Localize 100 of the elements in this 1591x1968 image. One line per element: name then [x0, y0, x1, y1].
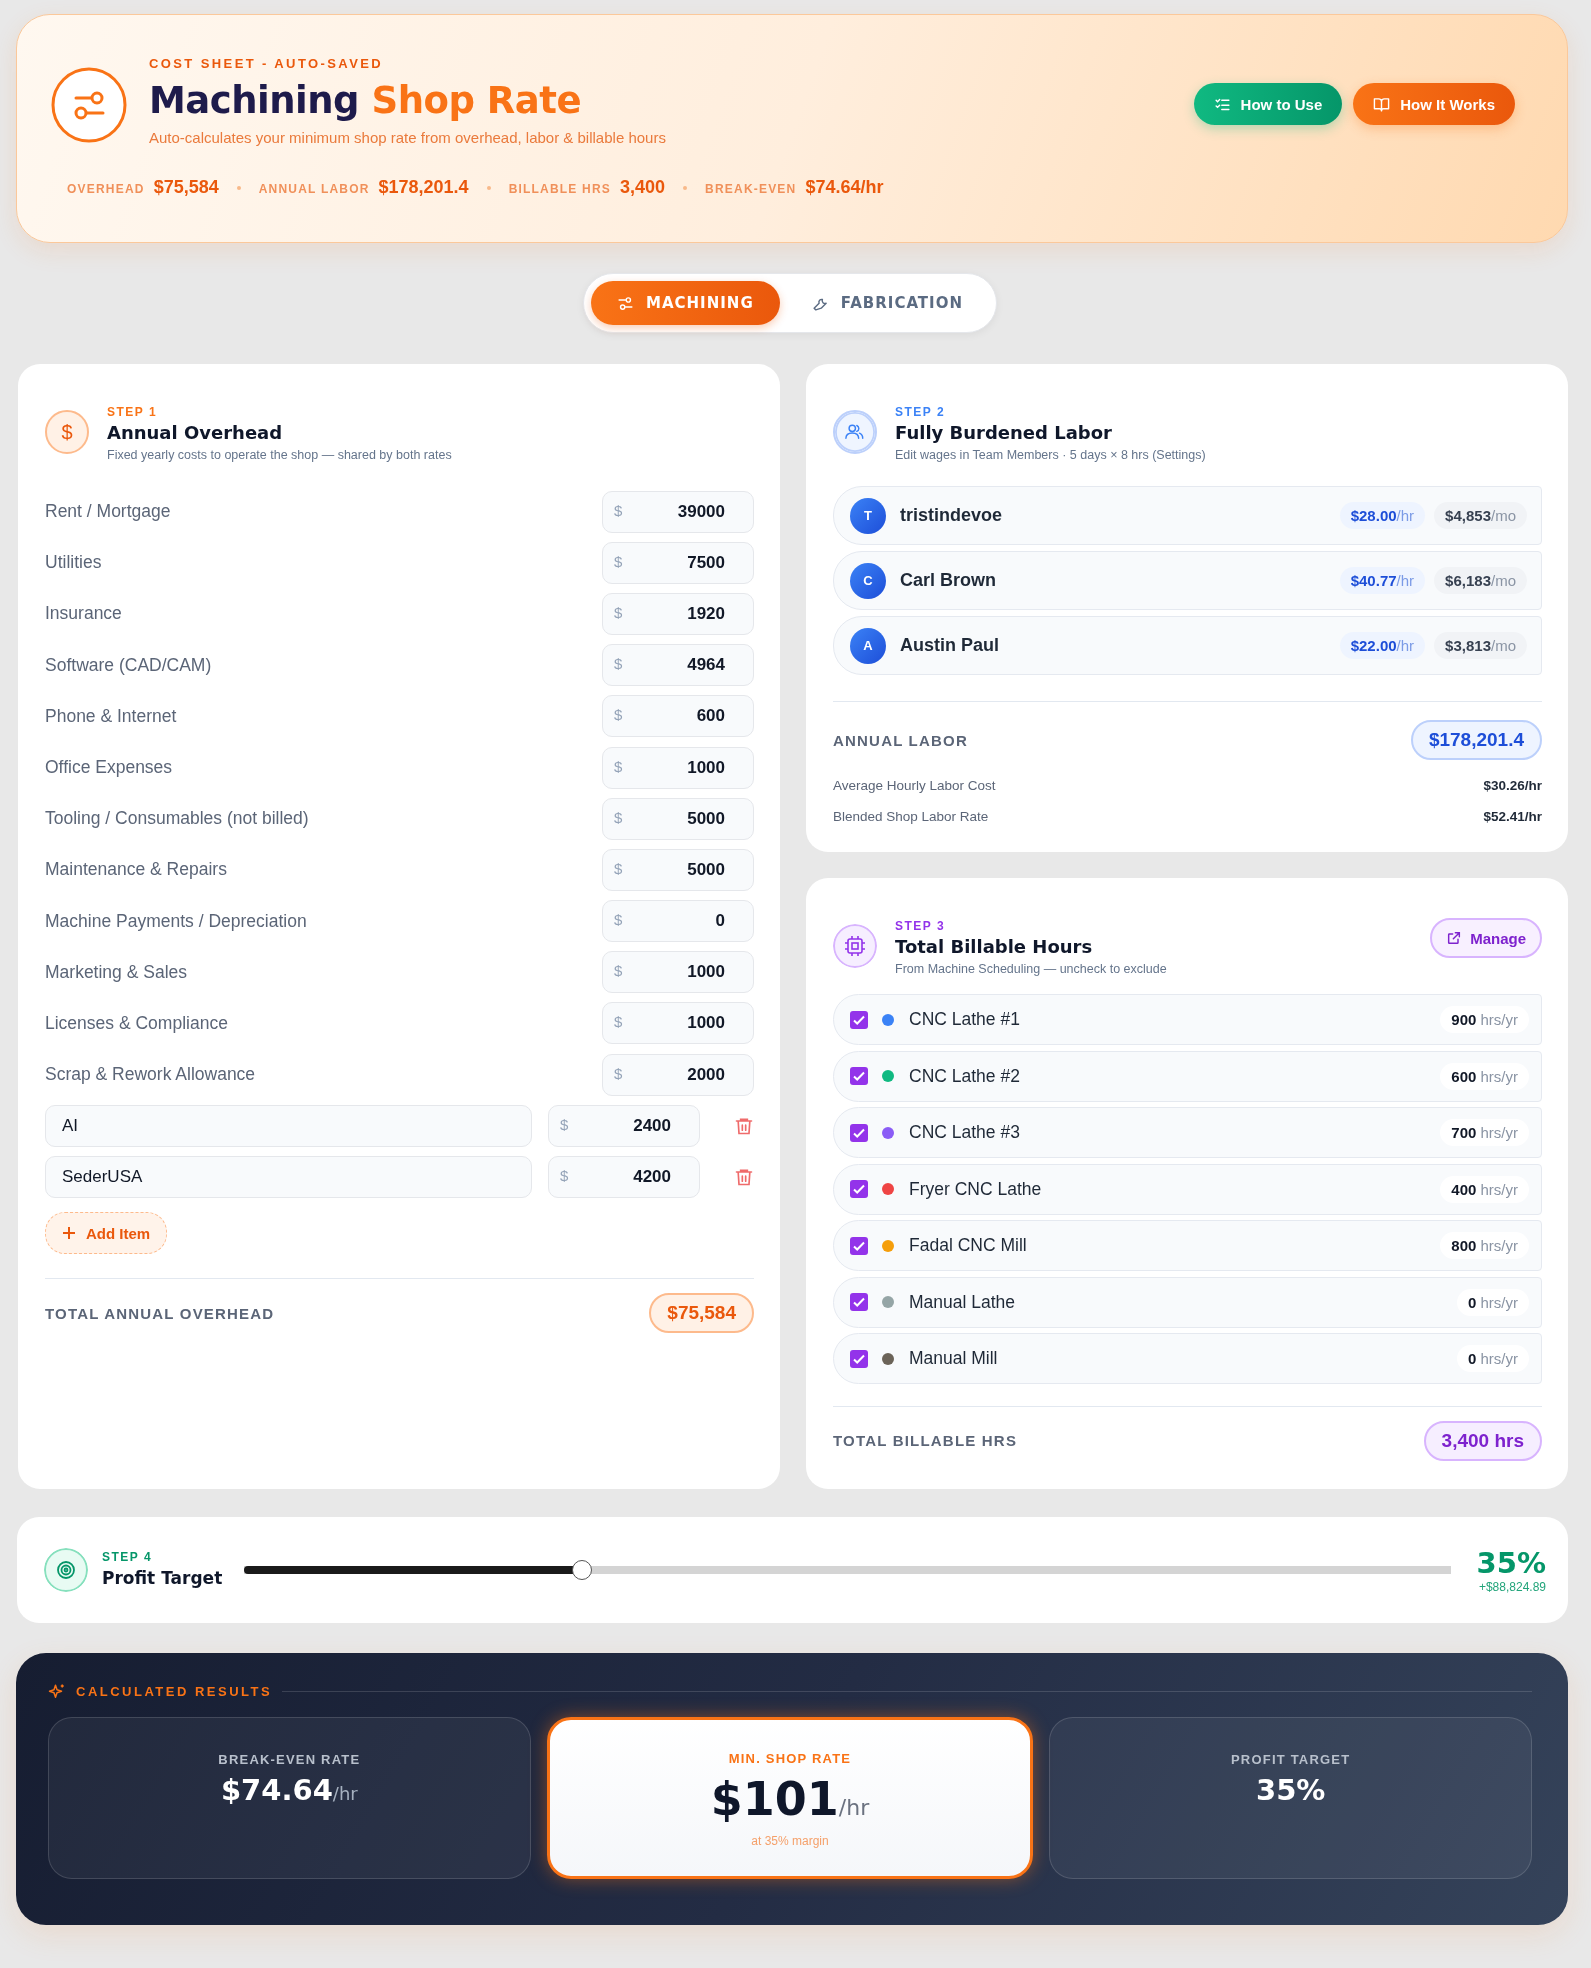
currency-symbol: $	[614, 603, 623, 621]
people-icon	[833, 410, 877, 454]
step-label: STEP 1	[107, 404, 159, 420]
hours-pill: 800 hrs/yr	[1440, 1232, 1529, 1259]
result-value: $101/hr	[710, 1771, 870, 1826]
card-title: Total Billable Hours	[895, 935, 1094, 959]
currency-symbol: $	[614, 655, 623, 673]
step-label: STEP 2	[895, 404, 947, 420]
member-name: Carl Brown	[900, 570, 997, 591]
step-label: STEP 3	[895, 918, 947, 934]
machine-name: CNC Lathe #3	[909, 1122, 1021, 1143]
total-label: TOTAL BILLABLE HRS	[833, 1432, 1018, 1449]
expense-label: Utilities	[45, 552, 102, 574]
card-subtitle: From Machine Scheduling — uncheck to exclude	[895, 961, 1167, 978]
expense-label: Phone & Internet	[45, 705, 177, 727]
avatar-initial: C	[850, 562, 886, 599]
total-label: TOTAL ANNUAL OVERHEAD	[45, 1304, 275, 1322]
stat-label: ANNUAL LABOR	[258, 182, 370, 196]
stat-value: $30.26/hr	[1483, 778, 1542, 793]
expense-label: Office Expenses	[45, 757, 173, 779]
page-subtitle: Auto-calculates your minimum shop rate from overhead, labor & billable hours	[149, 128, 667, 148]
currency-symbol: $	[614, 552, 623, 570]
currency-symbol: $	[614, 706, 623, 724]
checked-checkbox[interactable]	[850, 1349, 868, 1368]
checked-checkbox[interactable]	[850, 1010, 868, 1029]
machine-name: Manual Lathe	[909, 1291, 1017, 1313]
total-value: $75,584	[649, 1293, 754, 1334]
member-name: tristindevoe	[900, 505, 1004, 526]
stat-label: Blended Shop Labor Rate	[833, 809, 989, 824]
expense-label: Maintenance & Repairs	[45, 859, 227, 881]
currency-symbol: $	[614, 808, 623, 826]
checked-checkbox[interactable]	[850, 1180, 868, 1198]
machine-name: CNC Lathe #2	[909, 1065, 1021, 1087]
section-title: CALCULATED RESULTS	[76, 1684, 273, 1699]
stat-value: $178,201.4	[378, 177, 469, 198]
hours-pill: 0 hrs/yr	[1457, 1288, 1529, 1316]
total-label: ANNUAL LABOR	[833, 731, 968, 749]
currency-symbol: $	[614, 859, 623, 877]
result-label: BREAK-EVEN RATE	[218, 1751, 361, 1767]
total-value: $178,201.4	[1410, 720, 1542, 760]
manage-button[interactable]: Manage	[1430, 918, 1542, 958]
hours-pill: 400 hrs/yr	[1440, 1175, 1529, 1203]
profit-percent: 35%	[1476, 1545, 1546, 1580]
total-value: 3,400 hrs	[1423, 1420, 1542, 1461]
expense-label: Insurance	[45, 603, 122, 625]
avatar-initial: T	[850, 497, 886, 534]
external-link-icon	[1446, 930, 1463, 946]
checked-checkbox[interactable]	[850, 1123, 868, 1142]
card-title: Fully Burdened Labor	[895, 421, 1113, 445]
mode-tab[interactable]: FABRICATION	[785, 281, 989, 325]
hours-pill: 700 hrs/yr	[1440, 1119, 1529, 1146]
profit-amount: +$88,824.89	[1477, 1579, 1546, 1594]
currency-symbol: $	[560, 1166, 569, 1184]
result-note: at 35% margin	[751, 1833, 829, 1848]
monthly-cost-pill: $3,813/mo	[1434, 632, 1527, 659]
stat-value: $52.41/hr	[1483, 809, 1542, 824]
hours-pill: 600 hrs/yr	[1440, 1062, 1529, 1090]
currency-symbol: $	[614, 501, 623, 519]
avatar-initial: A	[850, 627, 886, 664]
expense-label: Marketing & Sales	[45, 961, 187, 983]
result-value: $74.64/hr	[220, 1772, 358, 1807]
stat-label: BREAK-EVEN	[705, 182, 797, 196]
currency-symbol: $	[614, 1013, 623, 1031]
expense-label: Licenses & Compliance	[45, 1012, 228, 1034]
step-label: STEP 4	[102, 1548, 154, 1565]
checked-checkbox[interactable]	[850, 1067, 868, 1085]
currency-symbol: $	[614, 962, 623, 980]
machine-name: Fadal CNC Mill	[909, 1235, 1028, 1256]
monthly-cost-pill: $4,853/mo	[1434, 502, 1527, 529]
currency-symbol: $	[614, 1064, 623, 1082]
expense-name-field[interactable]: AI	[45, 1104, 532, 1147]
currency-symbol: $	[560, 1115, 569, 1133]
dollar-icon: $	[45, 410, 89, 454]
plus-icon	[62, 1226, 76, 1241]
expense-name-field[interactable]: SederUSA	[45, 1155, 532, 1198]
machine-name: CNC Lathe #1	[909, 1009, 1021, 1030]
sliders-logo-icon	[51, 67, 127, 143]
machine-name: Manual Mill	[909, 1348, 999, 1369]
stat-value: 3,400	[620, 177, 666, 198]
stat-value: $74.64/hr	[805, 177, 884, 198]
result-label: MIN. SHOP RATE	[728, 1750, 852, 1766]
expense-label: Tooling / Consumables (not billed)	[45, 808, 309, 830]
currency-symbol: $	[614, 911, 623, 929]
slider-thumb[interactable]	[572, 1559, 593, 1580]
hours-pill: 900 hrs/yr	[1440, 1006, 1529, 1033]
currency-symbol: $	[614, 757, 623, 775]
member-name: Austin Paul	[900, 635, 1000, 656]
hourly-rate-pill: $28.00/hr	[1339, 502, 1426, 529]
stat-value: $75,584	[153, 177, 219, 198]
checked-checkbox[interactable]	[850, 1293, 868, 1311]
page-title: Machining Shop Rate	[149, 78, 582, 124]
sliders-icon	[617, 294, 634, 312]
card-title: Annual Overhead	[107, 421, 284, 445]
checked-checkbox[interactable]	[850, 1236, 868, 1255]
expense-label: Software (CAD/CAM)	[45, 654, 212, 676]
expense-label: Machine Payments / Depreciation	[45, 910, 307, 932]
card-title: Profit Target	[102, 1566, 223, 1590]
card-subtitle: Edit wages in Team Members · 5 days × 8 hrs (Settings)	[895, 447, 1206, 464]
sparkle-icon	[48, 1682, 66, 1701]
monthly-cost-pill: $6,183/mo	[1434, 567, 1527, 594]
